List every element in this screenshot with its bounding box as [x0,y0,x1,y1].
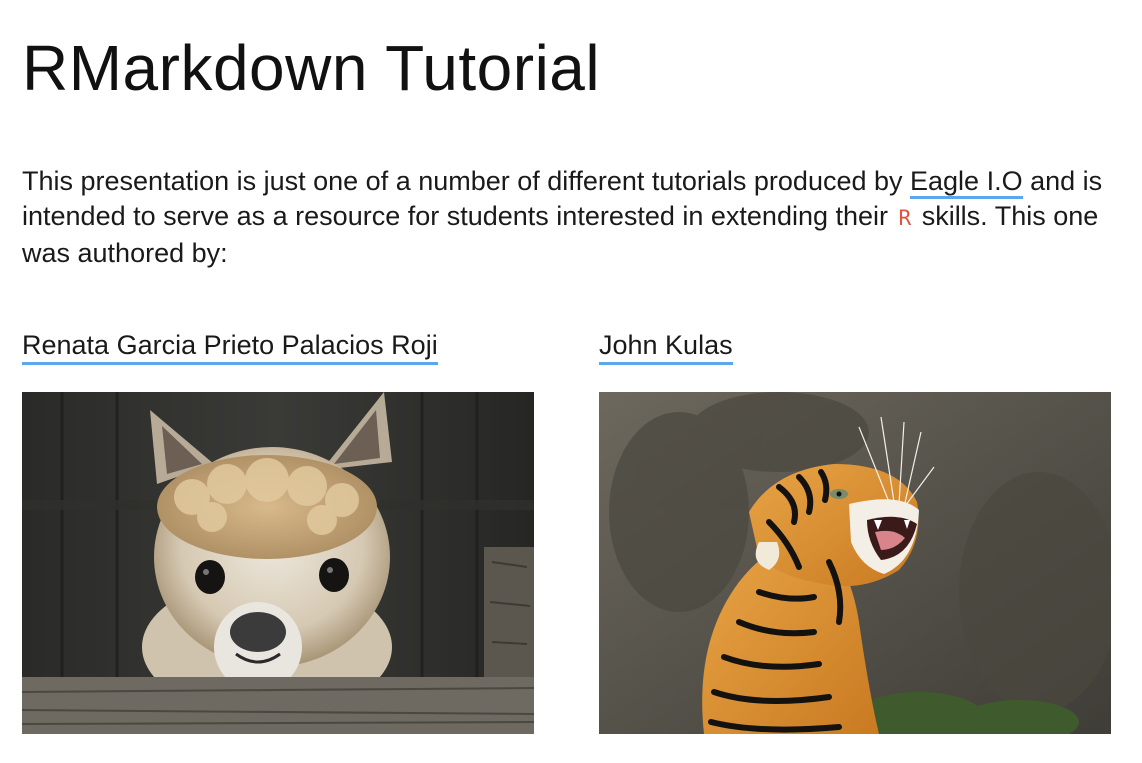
intro-text-start: This presentation is just one of a numbe… [22,166,911,196]
slide: RMarkdown Tutorial This presentation is … [0,0,1142,763]
author-link-renata[interactable]: Renata Garcia Prieto Palacios Roji [22,328,438,365]
alpaca-photo [22,392,534,734]
page-title: RMarkdown Tutorial [22,32,601,104]
tiger-photo [599,392,1111,734]
intro-paragraph: This presentation is just one of a numbe… [22,164,1112,271]
eagle-io-link[interactable]: Eagle I.O [910,166,1023,199]
r-code-label: R [898,206,912,230]
author-link-john[interactable]: John Kulas [599,328,733,365]
